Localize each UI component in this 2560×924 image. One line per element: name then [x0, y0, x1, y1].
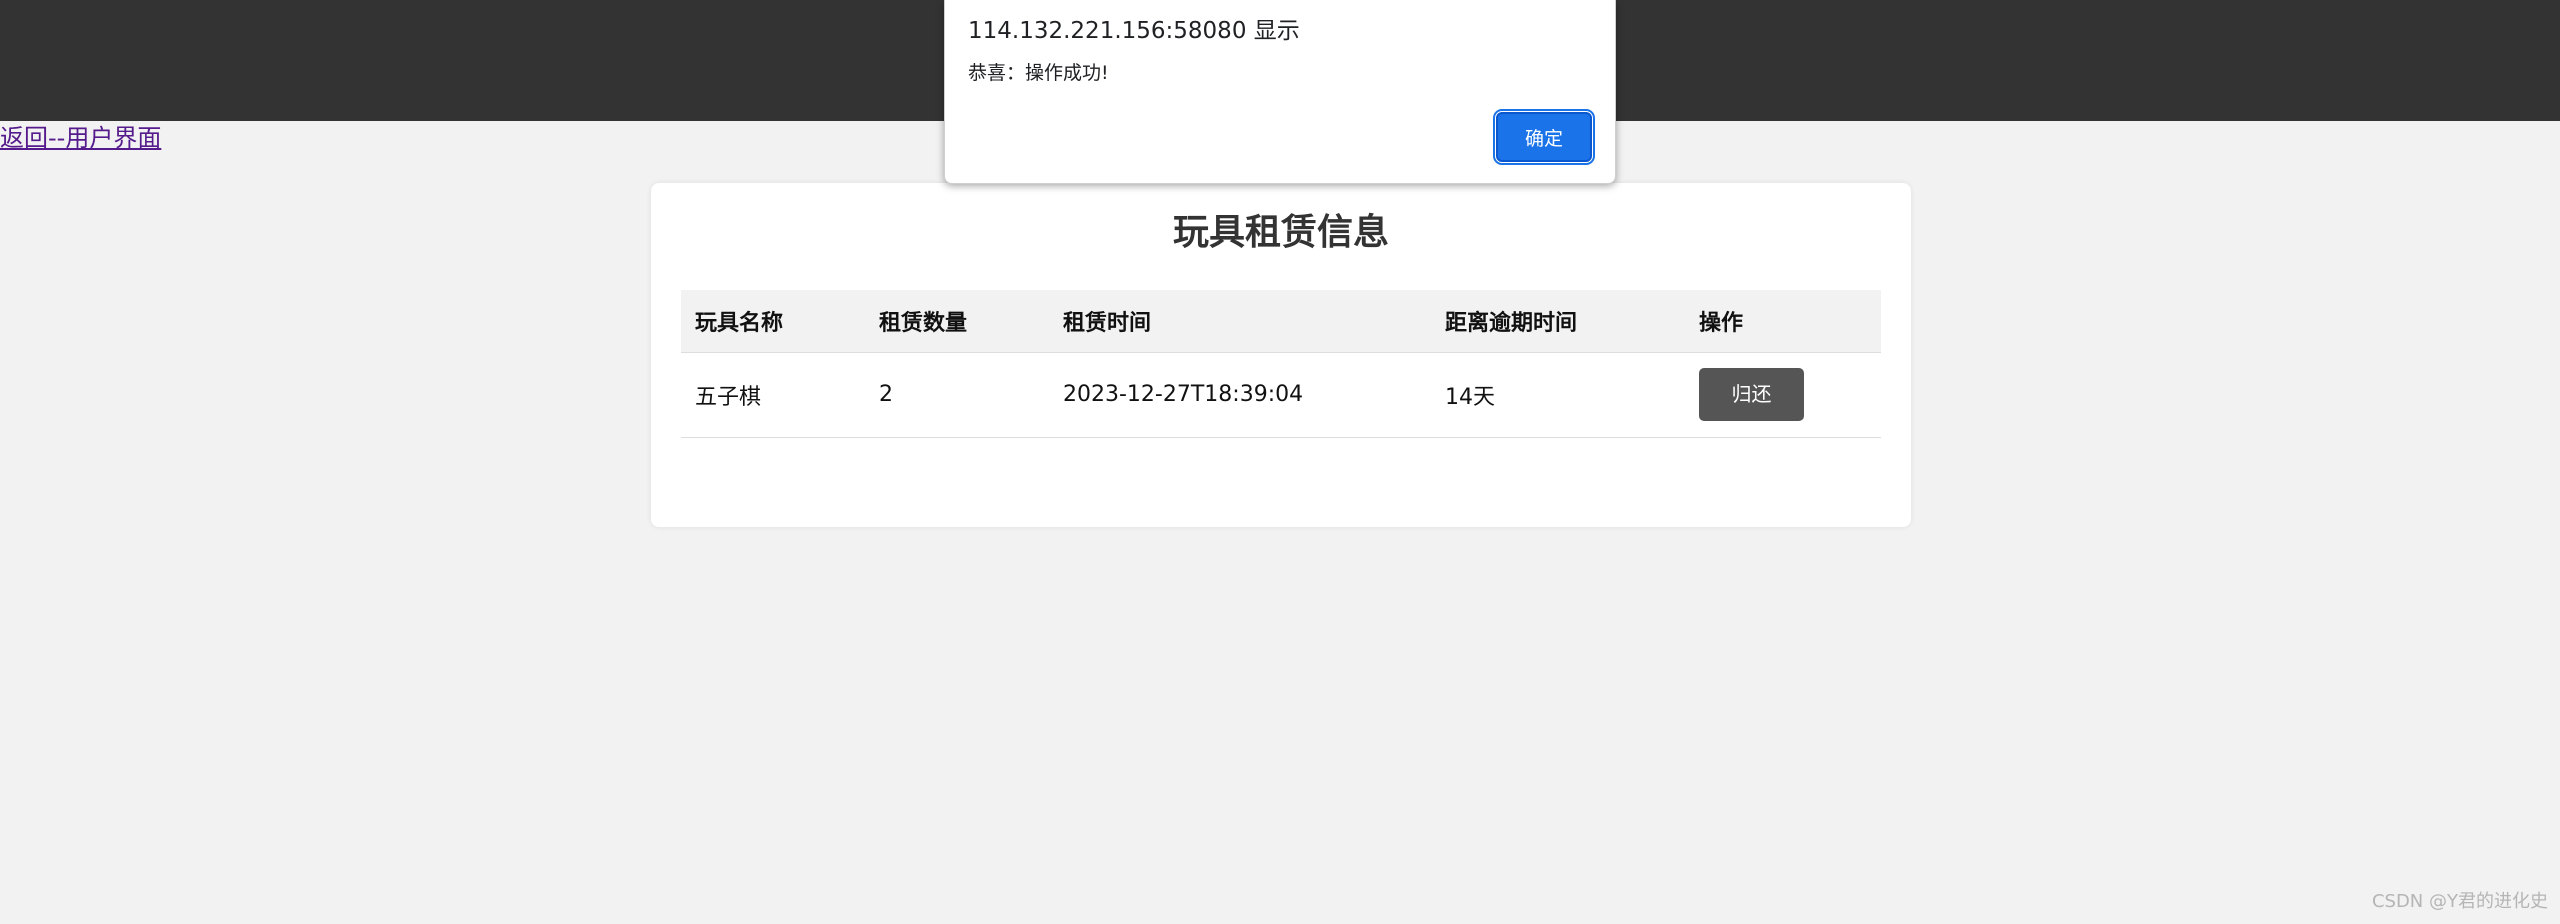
column-header-quantity: 租赁数量 — [865, 290, 1049, 353]
column-header-overdue: 距离逾期时间 — [1431, 290, 1685, 353]
cell-action: 归还 — [1685, 352, 1881, 438]
column-header-action: 操作 — [1685, 290, 1881, 353]
cell-overdue: 14天 — [1431, 352, 1685, 438]
watermark: CSDN @Y君的进化史 — [2371, 891, 2548, 912]
alert-dialog: 114.132.221.156:58080 显示 恭喜：操作成功! 确定 — [944, 0, 1616, 184]
return-button[interactable]: 归还 — [1699, 368, 1804, 421]
table-row: 五子棋 2 2023-12-27T18:39:04 14天 归还 — [681, 352, 1881, 438]
dialog-message: 恭喜：操作成功! — [968, 62, 1109, 84]
page-title: 玩具租赁信息 — [1172, 212, 1389, 253]
column-header-rent-time: 租赁时间 — [1049, 290, 1431, 353]
cell-rent-time: 2023-12-27T18:39:04 — [1049, 352, 1431, 438]
back-to-user-page-link[interactable]: 返回--用户界面 — [0, 123, 161, 153]
rental-info-card: 玩具租赁信息 玩具名称 租赁数量 租赁时间 距离逾期时间 操作 五子棋 2 20… — [651, 183, 1911, 527]
column-header-toy-name: 玩具名称 — [681, 290, 865, 353]
dialog-ok-button[interactable]: 确定 — [1493, 109, 1595, 165]
dialog-origin-text: 114.132.221.156:58080 显示 — [968, 18, 1300, 44]
cell-toy-name: 五子棋 — [681, 352, 865, 438]
cell-quantity: 2 — [865, 352, 1049, 438]
rental-table: 玩具名称 租赁数量 租赁时间 距离逾期时间 操作 五子棋 2 2023-12-2… — [681, 290, 1881, 438]
table-header-row: 玩具名称 租赁数量 租赁时间 距离逾期时间 操作 — [681, 290, 1881, 353]
